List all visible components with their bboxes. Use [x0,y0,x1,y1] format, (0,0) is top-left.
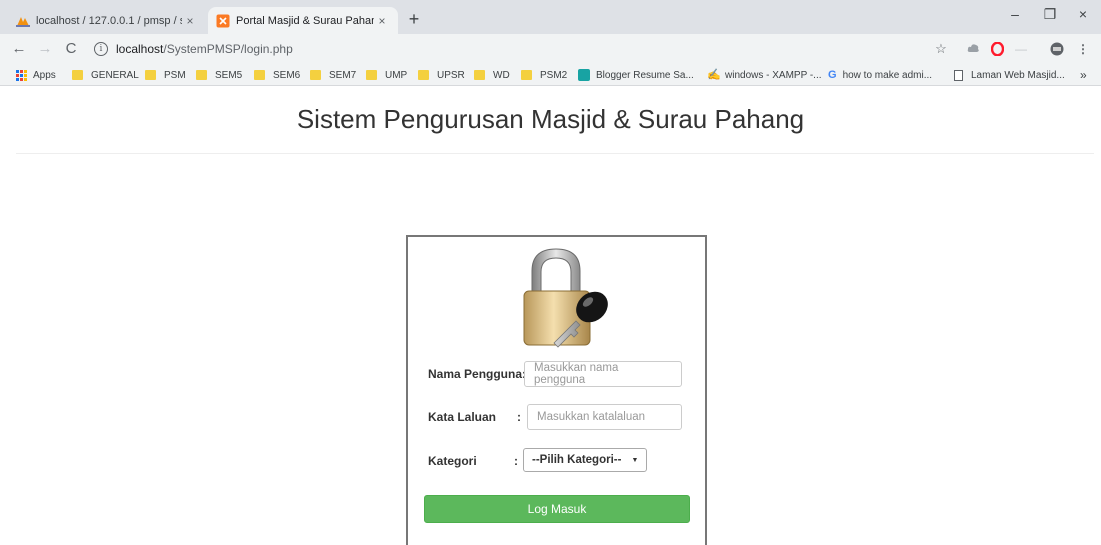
category-label: Kategori [428,454,477,468]
bookmark-label: WD [493,69,510,81]
folder-icon [72,70,83,80]
bookmark-label: Apps [33,69,56,81]
bookmark-star-icon[interactable]: ☆ [934,42,948,56]
tab-portal-masjid[interactable]: Portal Masjid & Surau Pahang × [208,7,398,34]
bookmarks-bar: Apps GENERAL PSM SEM5 SEM6 SEM7 UMP UPSR… [0,64,1101,86]
bookmark-wd[interactable]: WD [474,68,510,82]
url-path: /SystemPMSP/login.php [163,42,293,56]
new-tab-button[interactable]: + [404,10,424,28]
address-bar[interactable]: i localhost/SystemPMSP/login.php [94,39,954,59]
bookmark-psm[interactable]: PSM [145,68,186,82]
bookmark-sem6[interactable]: SEM6 [254,68,300,82]
username-label: Nama Pengguna: [428,367,527,381]
minus-extension-icon[interactable]: — [1014,42,1028,56]
bookmark-label: windows - XAMPP -... [725,69,822,81]
back-arrow-icon[interactable]: ← [10,40,28,58]
tab-phpmyadmin[interactable]: localhost / 127.0.0.1 / pmsp / ser × [8,7,206,34]
bookmark-ump[interactable]: UMP [366,68,407,82]
bookmark-sem7[interactable]: SEM7 [310,68,356,82]
bookmarks-overflow-button[interactable]: » [1080,68,1087,82]
bookmark-label: PSM2 [540,69,568,81]
info-icon[interactable]: i [94,42,108,56]
category-select[interactable]: --Pilih Kategori-- ▼ [523,448,648,472]
bookmark-label: SEM7 [329,69,357,81]
close-tab-icon[interactable]: × [374,14,390,28]
folder-icon [196,70,207,80]
folder-icon [474,70,485,80]
bookmark-label: GENERAL [91,69,139,81]
bookmark-label: Laman Web Masjid... [971,69,1065,81]
blogger-icon [578,69,590,81]
password-input[interactable]: Masukkan katalaluan [527,404,682,430]
bookmark-google-search[interactable]: Ghow to make admi... [828,68,932,82]
folder-icon [145,70,156,80]
folder-icon [418,70,429,80]
folder-icon [254,70,265,80]
category-row: Kategori : --Pilih Kategori-- ▼ [428,448,688,474]
bookmark-label: SEM6 [273,69,301,81]
page-icon [954,69,963,81]
bookmark-xampp[interactable]: ✍ windows - XAMPP -... [707,68,822,82]
bookmark-label: SEM5 [215,69,243,81]
browser-toolbar: ← → C i localhost/SystemPMSP/login.php ☆… [0,34,1101,64]
password-label: Kata Laluan [428,410,497,424]
login-card: Nama Pengguna: Masukkan nama pengguna Ka… [406,235,707,545]
google-icon: G [828,69,837,81]
restore-button[interactable]: ❐ [1035,6,1065,23]
forward-arrow-icon[interactable]: → [36,40,54,58]
reload-icon[interactable]: C [62,40,80,58]
opera-extension-icon[interactable] [990,41,1004,57]
bookmark-general[interactable]: GENERAL [72,68,139,82]
bookmark-blogger[interactable]: Blogger Resume Sa... [578,68,694,82]
tab-title: Portal Masjid & Surau Pahang [236,14,374,27]
dropdown-arrow-icon: ▼ [631,456,639,464]
apps-grid-icon [16,69,27,81]
colon-separator: : [517,410,521,424]
menu-kebab-icon[interactable]: ⋮ [1076,42,1090,56]
browser-tabstrip: localhost / 127.0.0.1 / pmsp / ser × Por… [0,0,1101,34]
xampp-favicon-icon [216,14,230,28]
username-row: Nama Pengguna: Masukkan nama pengguna [428,361,688,387]
folder-icon [310,70,321,80]
close-tab-icon[interactable]: × [182,14,198,28]
folder-icon [366,70,377,80]
folder-icon [521,70,532,80]
bookmark-label: how to make admi... [842,69,933,81]
bookmark-label: UPSR [437,69,465,81]
cloud-extension-icon[interactable] [966,42,980,56]
category-selected-value: --Pilih Kategori-- [532,454,622,466]
bookmark-label: UMP [385,69,408,81]
profile-avatar-icon[interactable] [1050,42,1064,56]
minimize-button[interactable]: – [1000,6,1030,22]
bookmark-label: PSM [164,69,186,81]
close-window-button[interactable]: × [1068,6,1098,22]
login-button[interactable]: Log Masuk [424,495,690,523]
bookmark-laman-web[interactable]: Laman Web Masjid... [954,68,1065,82]
bookmark-upsr[interactable]: UPSR [418,68,465,82]
colon-separator: : [514,454,518,468]
title-divider [16,153,1094,154]
username-input[interactable]: Masukkan nama pengguna [524,361,682,387]
xampp-icon: ✍ [707,69,721,81]
bookmark-psm2[interactable]: PSM2 [521,68,567,82]
bookmark-label: Blogger Resume Sa... [596,69,694,81]
url-host: localhost [116,42,164,56]
tab-title: localhost / 127.0.0.1 / pmsp / ser [36,14,182,27]
padlock-key-icon [514,243,614,348]
page-title: Sistem Pengurusan Masjid & Surau Pahang [296,104,805,134]
password-row: Kata Laluan : Masukkan katalaluan [428,404,688,430]
bookmark-sem5[interactable]: SEM5 [196,68,242,82]
phpmyadmin-icon [16,14,30,28]
bookmark-apps[interactable]: Apps [16,68,56,82]
